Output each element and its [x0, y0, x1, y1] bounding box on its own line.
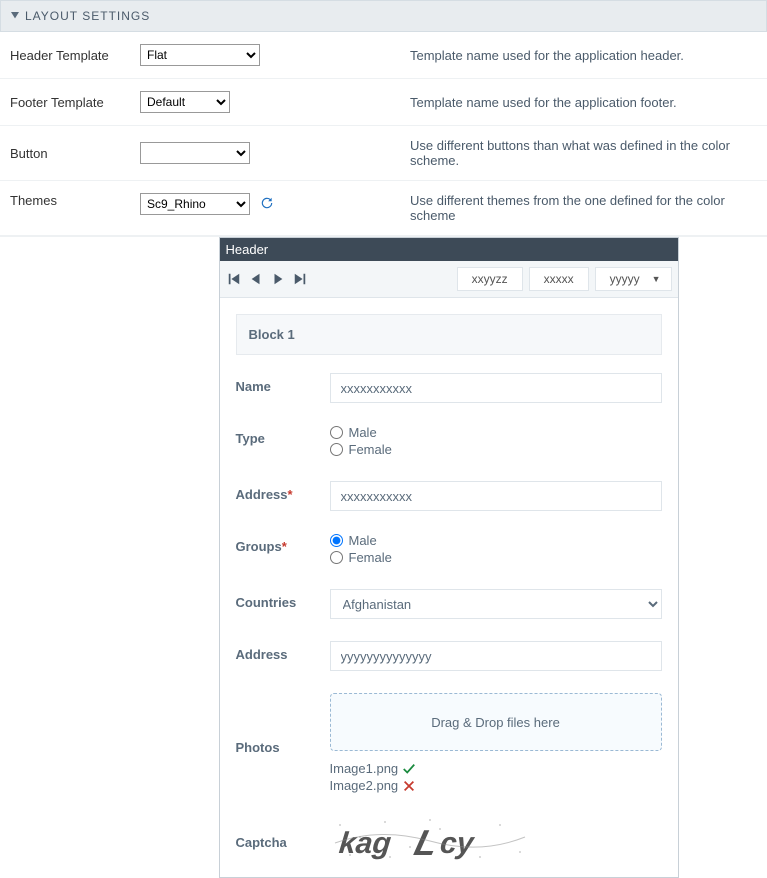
- label-address: Address: [236, 641, 320, 662]
- nav-prev-icon[interactable]: [248, 271, 264, 287]
- check-icon: [402, 762, 416, 776]
- section-title: LAYOUT SETTINGS: [25, 9, 150, 23]
- theme-preview: Header xxyyzz xxxxx yyyyy ▼ Block 1 Name: [219, 237, 679, 878]
- row-address-req: Address*: [236, 481, 662, 511]
- row-header-template: Header Template Flat Template name used …: [0, 32, 767, 79]
- file-line-2: Image2.png: [330, 778, 662, 793]
- label-captcha: Captcha: [236, 817, 320, 850]
- row-themes: Themes Sc9_Rhino Use different themes fr…: [0, 181, 767, 236]
- row-name: Name: [236, 373, 662, 403]
- label-type: Type: [236, 425, 320, 446]
- row-address: Address: [236, 641, 662, 671]
- preview-toolbar: xxyyzz xxxxx yyyyy ▼: [220, 261, 678, 298]
- settings-table: Header Template Flat Template name used …: [0, 32, 767, 236]
- label-button: Button: [0, 126, 130, 181]
- refresh-icon[interactable]: [260, 196, 274, 213]
- desc-button: Use different buttons than what was defi…: [400, 126, 767, 181]
- captcha-image: kag L cy: [330, 817, 530, 861]
- row-footer-template: Footer Template Default Template name us…: [0, 79, 767, 126]
- row-countries: Countries Afghanistan: [236, 589, 662, 619]
- nav-first-icon[interactable]: [226, 271, 242, 287]
- label-name: Name: [236, 373, 320, 394]
- desc-themes: Use different themes from the one define…: [400, 181, 767, 236]
- radio-type-male[interactable]: [330, 426, 343, 439]
- label-groups: Groups*: [236, 533, 320, 554]
- label-address-req: Address*: [236, 481, 320, 502]
- x-icon: [402, 779, 416, 793]
- select-themes[interactable]: Sc9_Rhino: [140, 193, 250, 215]
- preview-header: Header: [220, 238, 678, 261]
- input-address[interactable]: [330, 641, 662, 671]
- row-button: Button Use different buttons than what w…: [0, 126, 767, 181]
- label-header-template: Header Template: [0, 32, 130, 79]
- svg-text:L: L: [410, 823, 442, 861]
- dropzone[interactable]: Drag & Drop files here: [330, 693, 662, 751]
- toolbar-tab-1[interactable]: xxyyzz: [457, 267, 523, 291]
- input-name[interactable]: [330, 373, 662, 403]
- select-header-template[interactable]: Flat: [140, 44, 260, 66]
- radio-type-female[interactable]: [330, 443, 343, 456]
- toolbar-tab-2[interactable]: xxxxx: [529, 267, 589, 291]
- radio-groups-male[interactable]: [330, 534, 343, 547]
- row-type: Type Male Female: [236, 425, 662, 459]
- toolbar-dropdown[interactable]: yyyyy ▼: [595, 267, 672, 291]
- row-captcha: Captcha kag L cy: [236, 817, 662, 861]
- collapse-icon: [11, 12, 19, 20]
- label-footer-template: Footer Template: [0, 79, 130, 126]
- svg-text:cy: cy: [438, 827, 475, 860]
- chevron-down-icon: ▼: [652, 274, 661, 284]
- desc-header-template: Template name used for the application h…: [400, 32, 767, 79]
- section-header[interactable]: LAYOUT SETTINGS: [0, 0, 767, 32]
- row-groups: Groups* Male Female: [236, 533, 662, 567]
- label-countries: Countries: [236, 589, 320, 610]
- row-photos: Photos Drag & Drop files here Image1.png…: [236, 693, 662, 795]
- input-address-req[interactable]: [330, 481, 662, 511]
- svg-text:kag: kag: [337, 827, 392, 860]
- select-countries[interactable]: Afghanistan: [330, 589, 662, 619]
- nav-last-icon[interactable]: [292, 271, 308, 287]
- label-themes: Themes: [0, 181, 130, 236]
- nav-next-icon[interactable]: [270, 271, 286, 287]
- select-footer-template[interactable]: Default: [140, 91, 230, 113]
- desc-footer-template: Template name used for the application f…: [400, 79, 767, 126]
- select-button[interactable]: [140, 142, 250, 164]
- file-line-1: Image1.png: [330, 761, 662, 776]
- label-photos: Photos: [236, 734, 320, 755]
- radio-groups-female[interactable]: [330, 551, 343, 564]
- block-title: Block 1: [236, 314, 662, 355]
